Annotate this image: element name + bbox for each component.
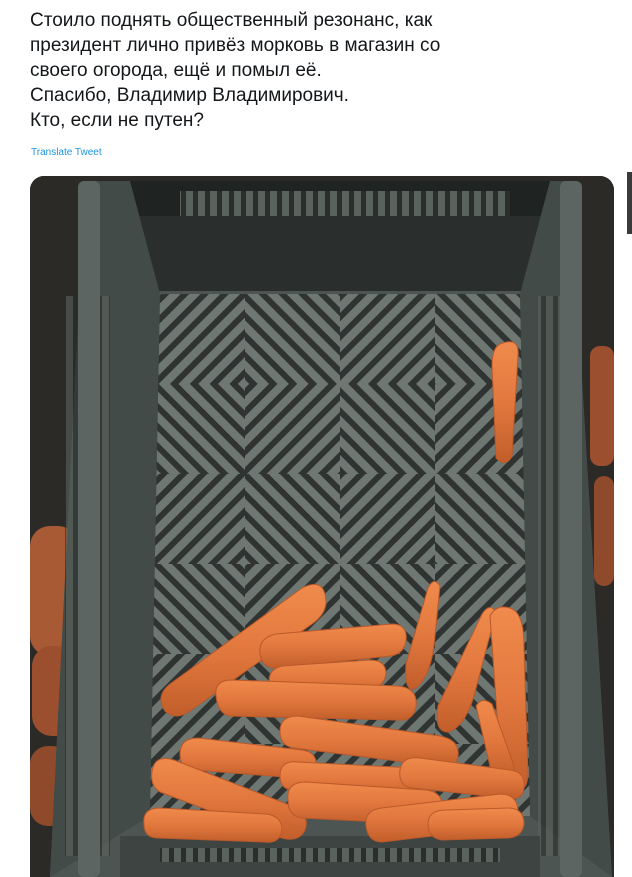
tweet-line: Спасибо, Владимир Владимирович. [30,85,349,106]
tweet-line: своего огорода, ещё и помыл её. [30,60,322,81]
carrots-crate-image [30,176,614,877]
tweet-photo[interactable] [30,176,614,877]
translate-tweet-link[interactable]: Translate Tweet [31,147,102,158]
tweet-line: Кто, если не путен? [30,110,204,131]
tweet-line: Стоило поднять общественный резонанс, ка… [30,10,433,31]
tweet-text: Стоило поднять общественный резонанс, ка… [30,8,610,133]
tweet-line: президент лично привёз морковь в магазин… [30,35,441,56]
scrollbar[interactable] [627,172,632,234]
